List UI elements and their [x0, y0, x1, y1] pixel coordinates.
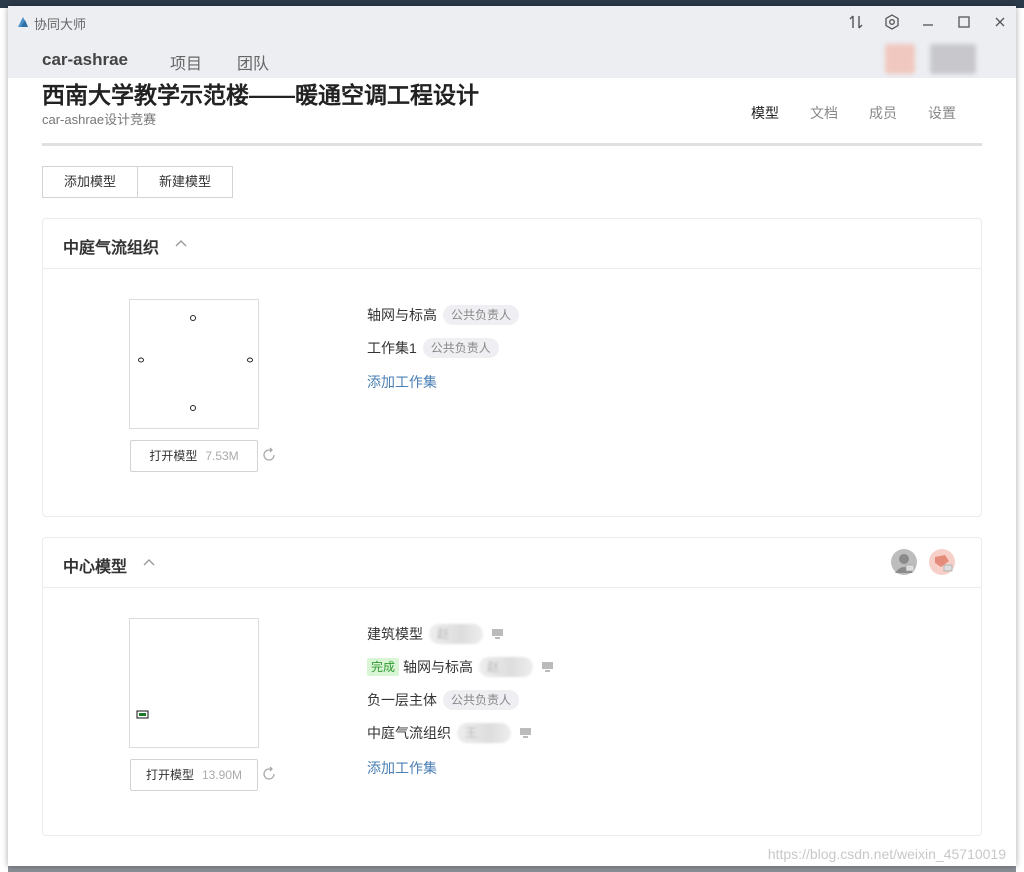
workset-row: 工作集1 公共负责人: [367, 337, 499, 359]
computer-icon: [542, 662, 554, 672]
project-tabs: 模型 文档 成员 设置: [751, 103, 956, 123]
title-bar: 协同大师: [8, 6, 1016, 38]
refresh-icon[interactable]: [261, 766, 277, 782]
avatar[interactable]: [929, 549, 955, 575]
add-workset-link[interactable]: 添加工作集: [367, 372, 437, 392]
model-thumbnail[interactable]: [129, 618, 259, 748]
background-window-left: [0, 8, 8, 872]
workset-owner-badge: 公共负责人: [422, 338, 499, 358]
model-card: 中心模型 打开模型 13.90M 建筑模型 赵 完成 轴网与标高 赵 负一层主体…: [42, 537, 982, 836]
minimize-icon[interactable]: [914, 10, 942, 34]
model-size: 13.90M: [201, 768, 243, 782]
model-title: 中心模型: [63, 559, 128, 576]
model-toolbar: 添加模型 新建模型: [42, 166, 234, 198]
status-badge: 完成: [367, 658, 400, 676]
open-model-label: 打开模型: [145, 768, 194, 782]
workset-name[interactable]: 工作集1: [367, 338, 417, 358]
model-card: 中庭气流组织 打开模型 7.53M 轴网与标高 公共负责人 工作集1 公共负责人 …: [42, 218, 982, 517]
computer-icon: [520, 728, 531, 738]
workset-owner-badge: 公共负责人: [443, 690, 520, 710]
maximize-icon[interactable]: [950, 10, 978, 34]
open-model-button[interactable]: 打开模型 13.90M: [130, 759, 258, 791]
avatar[interactable]: [891, 549, 917, 575]
workset-owner-badge: 王: [457, 723, 511, 743]
model-card-header: 中心模型: [43, 538, 981, 588]
workset-owner-badge: 赵: [479, 657, 534, 677]
tab-members[interactable]: 成员: [869, 103, 897, 123]
tab-models[interactable]: 模型: [751, 103, 779, 123]
sync-icon[interactable]: [842, 10, 870, 34]
model-title: 中庭气流组织: [63, 240, 160, 257]
settings-icon[interactable]: [878, 10, 906, 34]
close-icon[interactable]: [986, 10, 1014, 34]
model-card-header: 中庭气流组织: [43, 219, 981, 269]
workset-name[interactable]: 轴网与标高: [367, 305, 437, 325]
user-avatar[interactable]: [885, 44, 915, 74]
page-subtitle: car-ashrae设计竞赛: [42, 112, 157, 127]
workset-owner-badge: 公共负责人: [443, 305, 520, 325]
add-workset-link[interactable]: 添加工作集: [367, 758, 437, 778]
user-name[interactable]: [930, 44, 976, 74]
app-logo-icon: [18, 17, 28, 27]
top-nav: car-ashrae 项目 团队: [8, 38, 1016, 78]
tab-documents[interactable]: 文档: [810, 103, 838, 123]
workset-name[interactable]: 负一层主体: [367, 690, 437, 710]
open-model-button[interactable]: 打开模型 7.53M: [130, 440, 258, 472]
chevron-up-icon[interactable]: [174, 236, 188, 250]
watermark: https://blog.csdn.net/weixin_45710019: [767, 846, 1006, 862]
workset-name[interactable]: 轴网与标高: [403, 657, 473, 677]
open-model-label: 打开模型: [149, 449, 198, 463]
background-window-right: [1016, 8, 1024, 872]
chevron-up-icon[interactable]: [142, 555, 156, 569]
computer-icon: [492, 629, 503, 639]
model-size: 7.53M: [205, 449, 239, 463]
app-title: 协同大师: [34, 17, 87, 32]
model-thumbnail[interactable]: [129, 299, 259, 429]
workset-name[interactable]: 中庭气流组织: [367, 723, 451, 743]
app-window: 协同大师 car-ashrae 项目 团队 西南大学教学示范楼——暖通空调工程设…: [8, 6, 1016, 866]
workset-row: 完成 轴网与标高 赵: [367, 656, 554, 678]
workset-row: 中庭气流组织 王: [367, 722, 532, 744]
refresh-icon[interactable]: [261, 447, 277, 463]
workset-owner-badge: 赵: [429, 624, 483, 644]
new-model-button[interactable]: 新建模型: [138, 166, 234, 198]
workset-name[interactable]: 建筑模型: [367, 624, 423, 644]
add-model-button[interactable]: 添加模型: [42, 166, 139, 198]
workset-row: 建筑模型 赵: [367, 623, 504, 645]
nav-projects[interactable]: 项目: [170, 50, 202, 74]
header-divider: [42, 143, 982, 146]
page-title: 西南大学教学示范楼——暖通空调工程设计: [42, 82, 479, 108]
tab-settings[interactable]: 设置: [928, 103, 956, 123]
workset-row: 轴网与标高 公共负责人: [367, 304, 520, 326]
brand-name[interactable]: car-ashrae: [42, 50, 128, 70]
workset-row: 负一层主体 公共负责人: [367, 689, 520, 711]
nav-team[interactable]: 团队: [237, 50, 269, 74]
